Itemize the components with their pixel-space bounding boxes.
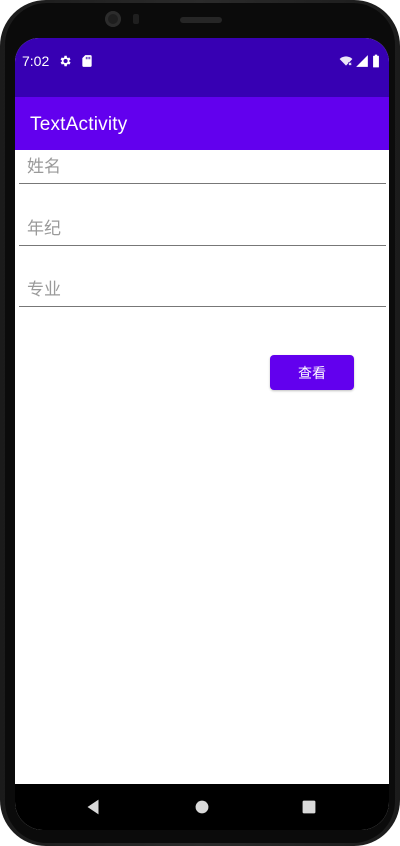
name-input[interactable] — [19, 150, 386, 184]
app-bar: TextActivity — [15, 97, 389, 150]
sd-card-icon — [82, 55, 92, 67]
major-input[interactable] — [19, 273, 386, 307]
status-bar: 7:02 — [15, 38, 389, 97]
back-icon[interactable] — [82, 796, 104, 818]
app-title: TextActivity — [30, 114, 128, 135]
proximity-sensor — [133, 14, 139, 24]
battery-icon — [373, 54, 379, 68]
navigation-bar — [15, 784, 389, 830]
age-input[interactable] — [19, 212, 386, 246]
gear-icon — [60, 55, 71, 67]
earpiece-speaker — [180, 17, 222, 23]
status-time: 7:02 — [22, 53, 50, 69]
screen: 7:02 TextActivity 姓名 年纪 专业 查看 — [15, 38, 389, 830]
phone-device: 7:02 TextActivity 姓名 年纪 专业 查看 — [0, 0, 400, 846]
signal-icon — [356, 55, 368, 67]
front-camera — [105, 11, 121, 27]
wifi-icon — [339, 56, 353, 66]
recents-icon[interactable] — [298, 796, 320, 818]
home-icon[interactable] — [191, 796, 213, 818]
view-button[interactable]: 查看 — [270, 355, 354, 390]
